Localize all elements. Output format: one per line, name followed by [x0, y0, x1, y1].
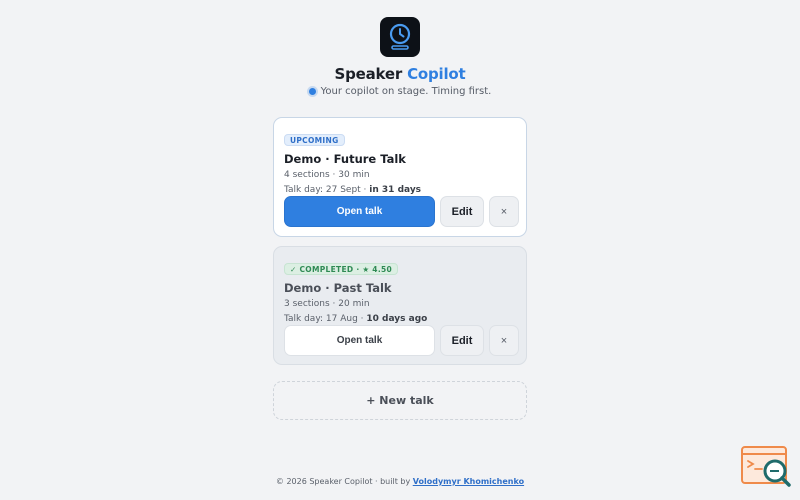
talk-day: Talk day: 17 Aug · 10 days ago: [284, 314, 516, 324]
talk-meta: 3 sections · 20 min: [284, 299, 370, 309]
author-link[interactable]: Volodymyr Khomichenko: [413, 477, 524, 486]
app-title-main: Speaker: [334, 65, 403, 83]
tagline-text: Your copilot on stage. Timing first.: [320, 86, 492, 97]
talk-title: Demo · Past Talk: [284, 281, 392, 295]
open-talk-button[interactable]: Open talk: [284, 196, 435, 227]
search-console-widget[interactable]: [740, 445, 792, 489]
footer: © 2026 Speaker Copilot · built by Volody…: [0, 477, 800, 486]
talk-card-completed: ✓ COMPLETED · ★ 4.50 Demo · Past Talk 3 …: [273, 246, 527, 365]
app-logo: [380, 17, 420, 57]
status-badge: ✓ COMPLETED · ★ 4.50: [284, 263, 399, 275]
talk-actions: Open talk Edit ×: [284, 196, 519, 227]
talk-title: Demo · Future Talk: [284, 152, 406, 166]
edit-talk-button[interactable]: Edit: [440, 325, 484, 356]
delete-talk-button[interactable]: ×: [489, 325, 519, 356]
talk-actions: Open talk Edit ×: [284, 325, 519, 356]
talk-day-date: Talk day: 17 Aug ·: [284, 314, 364, 324]
search-console-icon: [741, 446, 791, 487]
talk-day-date: Talk day: 27 Sept ·: [284, 185, 367, 195]
open-talk-button[interactable]: Open talk: [284, 325, 435, 356]
tagline: Your copilot on stage. Timing first.: [0, 86, 800, 97]
talk-day-relative: 10 days ago: [366, 314, 428, 324]
clock-icon: [389, 23, 411, 50]
edit-talk-button[interactable]: Edit: [440, 196, 484, 227]
app-title-accent: Copilot: [407, 65, 466, 83]
footer-text: © 2026 Speaker Copilot · built by: [275, 477, 411, 486]
talk-card-upcoming: UPCOMING Demo · Future Talk 4 sections ·…: [273, 117, 527, 237]
status-badge: UPCOMING: [284, 134, 345, 146]
talk-day: Talk day: 27 Sept · in 31 days: [284, 185, 516, 195]
app-title: Speaker Copilot: [0, 65, 800, 83]
new-talk-button[interactable]: + New talk: [273, 381, 527, 420]
delete-talk-button[interactable]: ×: [489, 196, 519, 227]
status-dot-icon: [308, 88, 316, 95]
talk-meta: 4 sections · 30 min: [284, 170, 370, 180]
talk-day-relative: in 31 days: [369, 185, 422, 195]
